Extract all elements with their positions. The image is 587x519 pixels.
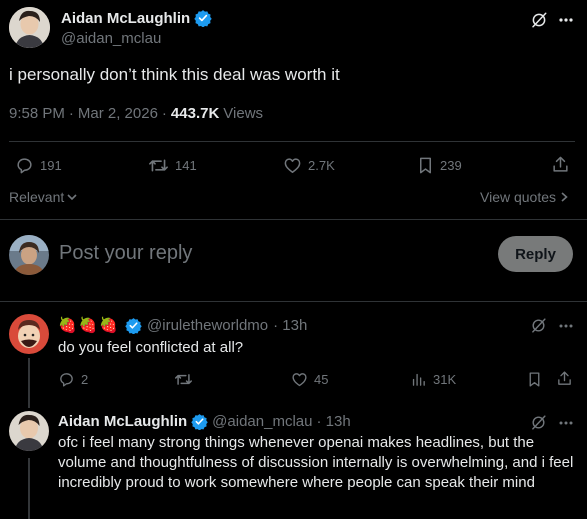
tweet-date[interactable]: Mar 2, 2026 [78, 105, 158, 122]
thread-line [28, 458, 30, 519]
reply-author-avatar[interactable] [9, 314, 49, 354]
view-quotes-label: View quotes [480, 189, 557, 205]
view-quotes-link[interactable]: View quotes [480, 189, 569, 205]
reply-button[interactable]: Reply [498, 236, 573, 272]
reply-action[interactable]: 2 [58, 371, 88, 388]
heart-icon [291, 371, 308, 388]
share-icon[interactable] [556, 370, 573, 387]
like-action[interactable]: 45 [291, 371, 328, 388]
grok-icon[interactable] [530, 414, 547, 431]
tweet-time[interactable]: 9:58 PM [9, 105, 65, 122]
views-count: 31K [433, 372, 457, 387]
chevron-down-icon [66, 191, 78, 203]
reply-author-handle[interactable]: @aidan_mclau [212, 413, 312, 430]
views-count: 443.7K [170, 105, 220, 122]
like-count: 2.7K [308, 158, 335, 173]
reply-time[interactable]: · 13h [316, 413, 350, 430]
repost-icon [148, 156, 169, 175]
thread-line [28, 358, 30, 408]
grok-icon[interactable] [530, 317, 547, 334]
meta-separator: · [68, 105, 74, 122]
repost-action[interactable] [174, 371, 199, 388]
my-avatar[interactable] [9, 235, 49, 275]
divider [0, 301, 587, 302]
like-count: 45 [314, 372, 329, 387]
analytics-icon [410, 371, 427, 388]
bookmark-icon[interactable] [527, 371, 542, 388]
reply-icon [58, 371, 75, 388]
reply-author-name[interactable]: 🍓🍓🍓 [58, 316, 120, 334]
reply-text: ofc i feel many strong things whenever o… [58, 434, 574, 491]
verified-badge-icon [194, 9, 212, 27]
reply-icon [15, 156, 34, 175]
sort-label: Relevant [9, 189, 65, 205]
reply-count: 2 [81, 372, 89, 387]
repost-icon [174, 371, 193, 388]
heart-icon [283, 156, 302, 175]
repost-count: 141 [175, 158, 197, 173]
more-options-icon[interactable] [558, 415, 574, 431]
share-icon [551, 155, 570, 174]
verified-badge-icon [125, 317, 142, 334]
reply-time[interactable]: · 13h [273, 317, 307, 334]
reply-author-handle[interactable]: @iruletheworldmo [147, 317, 268, 334]
reply-action[interactable]: 191 [15, 156, 62, 175]
more-options-icon[interactable] [558, 318, 574, 334]
views-label: Views [223, 105, 264, 122]
bookmark-action[interactable]: 239 [417, 156, 462, 175]
more-options-icon[interactable] [558, 12, 574, 28]
views-action[interactable]: 31K [410, 371, 456, 388]
grok-icon[interactable] [530, 11, 548, 29]
repost-action[interactable]: 141 [148, 156, 197, 175]
bookmark-count: 239 [440, 158, 462, 173]
reply-count: 191 [40, 158, 62, 173]
sort-dropdown[interactable]: Relevant [9, 189, 78, 205]
tweet-meta: 9:58 PM · Mar 2, 2026 · 443.7K Views [9, 105, 263, 122]
author-handle[interactable]: @aidan_mclau [61, 30, 161, 47]
reply-author-name[interactable]: Aidan McLaughlin [58, 413, 187, 430]
divider [9, 141, 575, 142]
divider [0, 219, 587, 220]
verified-badge-icon [191, 413, 208, 430]
like-action[interactable]: 2.7K [283, 156, 335, 175]
share-action[interactable] [551, 155, 570, 174]
chevron-right-icon [560, 191, 569, 203]
reply-author-avatar[interactable] [9, 411, 49, 451]
bookmark-icon [417, 156, 434, 175]
author-name[interactable]: Aidan McLaughlin [61, 10, 190, 27]
reply-input[interactable]: Post your reply [59, 242, 192, 265]
author-avatar[interactable] [9, 7, 50, 48]
reply-text: do you feel conflicted at all? [58, 339, 244, 356]
tweet-text: i personally don’t think this deal was w… [9, 65, 340, 84]
meta-separator: · [161, 105, 167, 122]
